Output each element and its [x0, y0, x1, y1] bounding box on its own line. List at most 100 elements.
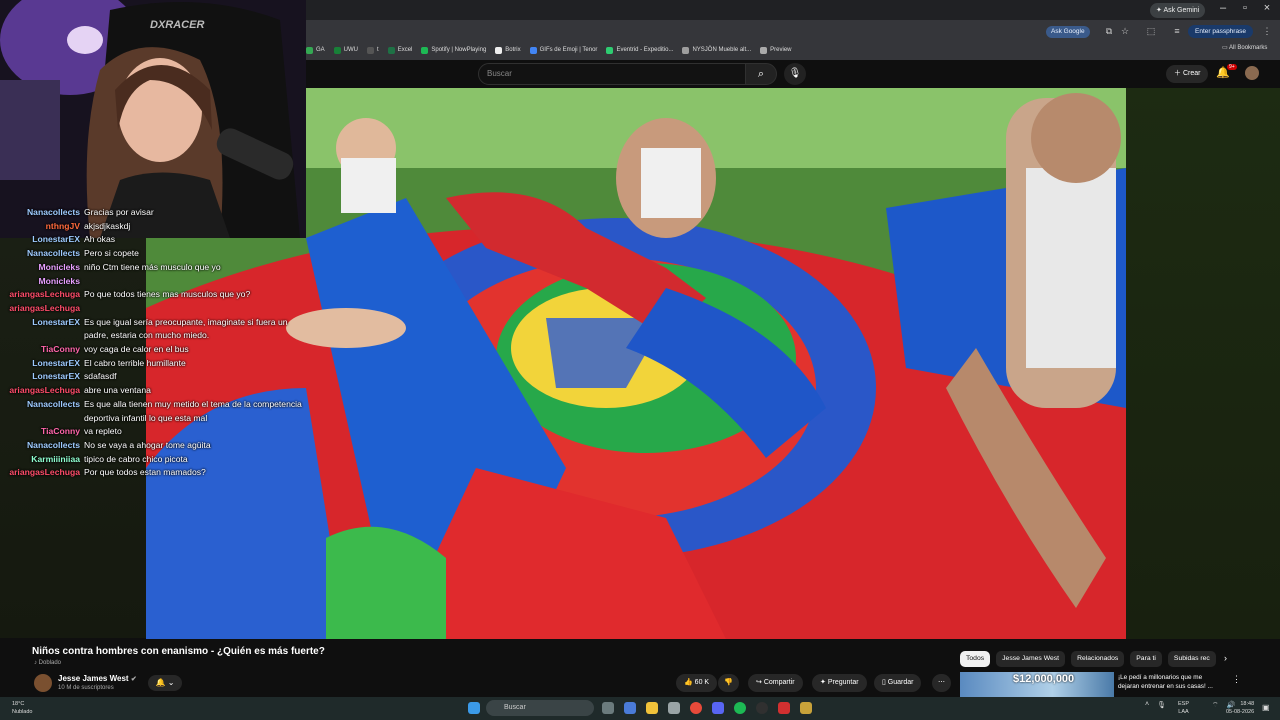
- channel-avatar[interactable]: [34, 674, 52, 692]
- ask-google-button[interactable]: Ask Google: [1046, 26, 1090, 38]
- ask-button[interactable]: ✦ Preguntar: [812, 674, 867, 692]
- channel-name[interactable]: Jesse James West ✔: [58, 674, 137, 683]
- bookmark-item[interactable]: Spotify | NowPlaying: [421, 46, 486, 54]
- all-bookmarks-button[interactable]: ▭ All Bookmarks: [1222, 44, 1267, 51]
- chat-username: TiaConny: [41, 426, 80, 437]
- create-button[interactable]: ＋ Crear: [1166, 65, 1209, 83]
- bookmark-item[interactable]: Excel: [387, 46, 413, 54]
- chat-username: Monicleks: [38, 261, 80, 272]
- bookmark-item[interactable]: GIFs de Emoji | Tenor: [529, 46, 598, 54]
- chat-text: No se vaya a ahogar tome agüita: [84, 439, 211, 450]
- recommendation-chips: Todos Jesse James West Relacionados Para ti…: [960, 651, 1216, 667]
- bookmark-item[interactable]: UWU: [333, 46, 358, 54]
- share-button[interactable]: ↪ Compartir: [748, 674, 803, 692]
- bookmark-item[interactable]: Eventrid - Expeditio...: [606, 46, 673, 54]
- passphrase-label: Enter passphrase: [1195, 28, 1246, 35]
- menu-dots-icon[interactable]: ⋮: [1262, 26, 1272, 36]
- sparkle-icon: ✦: [820, 679, 828, 686]
- thumbs-up-icon: 👍: [684, 679, 695, 686]
- bookmark-label: Botrix: [505, 47, 521, 53]
- bookmark-item[interactable]: Preview: [760, 46, 792, 54]
- spotify-icon[interactable]: [734, 702, 746, 714]
- chat-text: sdafasdf: [84, 371, 117, 382]
- chat-text: akjsdjkaskdj: [84, 220, 131, 231]
- bookmark-favicon-icon: [495, 46, 503, 54]
- windows-start-icon[interactable]: [468, 702, 480, 714]
- bookmark-label: Excel: [397, 47, 413, 53]
- filter-chip[interactable]: Para ti: [1130, 651, 1162, 667]
- bookmark-favicon-icon: [529, 46, 537, 54]
- plus-icon: ＋: [1174, 70, 1183, 77]
- bookmark-label: GIFs de Emoji | Tenor: [539, 47, 598, 53]
- create-label: Crear: [1182, 70, 1201, 77]
- task-view-icon[interactable]: [602, 702, 614, 714]
- minimize-icon[interactable]: –: [1212, 2, 1234, 14]
- subscription-notifications-button[interactable]: 🔔 ⌄: [148, 675, 182, 691]
- thumbnail-text: $12,000,000: [1013, 673, 1075, 685]
- app-icon[interactable]: [778, 702, 790, 714]
- chat-message: ariangasLechuga Po que todos tienes mas m…: [0, 288, 320, 302]
- game-icon[interactable]: [800, 702, 812, 714]
- chat-username: ariangasLechuga: [9, 302, 80, 313]
- store-icon[interactable]: [668, 702, 680, 714]
- search-button[interactable]: ⌕: [745, 63, 777, 85]
- bookmark-item[interactable]: NYSJÖN Mueble alt...: [682, 46, 751, 54]
- microphone-tray-icon[interactable]: 🎙: [1157, 701, 1166, 710]
- bookmark-item[interactable]: t: [367, 46, 379, 54]
- more-actions-button[interactable]: ⋯: [932, 674, 951, 692]
- taskbar-search[interactable]: Buscar: [486, 700, 594, 716]
- account-avatar[interactable]: [1245, 66, 1259, 80]
- bell-icon: 🔔: [155, 678, 166, 687]
- wifi-icon[interactable]: ⌔: [1212, 701, 1219, 710]
- chat-username: nthngJV: [45, 220, 80, 231]
- save-button[interactable]: ▯ Guardar: [874, 674, 922, 692]
- all-bookmarks-label: All Bookmarks: [1229, 45, 1268, 51]
- filter-chip[interactable]: Todos: [960, 651, 991, 667]
- notification-center-icon[interactable]: ▣: [1262, 703, 1270, 712]
- cast-icon[interactable]: ⧉: [1104, 26, 1114, 36]
- close-icon[interactable]: ×: [1256, 2, 1278, 14]
- chat-username: ariangasLechuga: [9, 467, 80, 478]
- chat-message: Nanacollects Es que alla tienen muy metid…: [0, 398, 320, 425]
- obs-icon[interactable]: [756, 702, 768, 714]
- system-tray: ˄ 🎙 ⌔ 🔊: [1145, 701, 1235, 710]
- chat-message: LonestarEX Ah okas: [0, 233, 320, 247]
- bookmark-item[interactable]: Botrix: [495, 46, 521, 54]
- language-indicator[interactable]: ESP LAA: [1178, 700, 1189, 716]
- verified-icon: ✔: [130, 676, 137, 683]
- chevron-right-icon[interactable]: ›: [1224, 653, 1227, 663]
- filter-chip[interactable]: Subidas rec: [1167, 651, 1216, 667]
- weather-widget[interactable]: 18°C Nublado: [12, 700, 33, 716]
- like-button[interactable]: 👍 60 K: [676, 674, 718, 692]
- passphrase-button[interactable]: Enter passphrase: [1188, 25, 1253, 38]
- ask-label: Preguntar: [827, 679, 859, 686]
- folder-icon: ▭: [1222, 45, 1230, 51]
- widgets-icon[interactable]: [624, 702, 636, 714]
- bookmark-item[interactable]: GA: [306, 46, 325, 54]
- chat-message: Nanacollects Pero si copete: [0, 247, 320, 261]
- extensions-icon[interactable]: ⬚: [1146, 26, 1156, 36]
- recommended-title[interactable]: ¡Le pedí a millonarios que me dejaran en…: [1118, 673, 1224, 691]
- maximize-icon[interactable]: ▫: [1234, 2, 1256, 14]
- chat-message: LonestarEX sdafasdf: [0, 370, 320, 384]
- chat-username: ariangasLechuga: [9, 385, 80, 396]
- tab-search-icon[interactable]: ≡: [1172, 26, 1182, 36]
- voice-search-button[interactable]: 🎙: [784, 63, 806, 85]
- bookmark-star-icon[interactable]: ☆: [1120, 26, 1130, 36]
- chevron-up-icon[interactable]: ˄: [1145, 701, 1149, 710]
- share-label: Compartir: [763, 679, 795, 686]
- file-explorer-icon[interactable]: [646, 702, 658, 714]
- chrome-icon[interactable]: [690, 702, 702, 714]
- ask-gemini-button[interactable]: ✦ Ask Gemini: [1150, 3, 1206, 18]
- discord-icon[interactable]: [712, 702, 724, 714]
- filter-chip[interactable]: Relacionados: [1071, 651, 1125, 667]
- thumbs-down-icon: 👎: [724, 679, 733, 686]
- clock[interactable]: 18:48 05-08-2026: [1226, 700, 1254, 716]
- dislike-button[interactable]: 👎: [718, 674, 739, 692]
- chat-message: ariangasLechuga: [0, 302, 320, 316]
- streamer-webcam: DXRACER: [0, 0, 306, 238]
- recommended-more-icon[interactable]: ⋮: [1232, 674, 1241, 685]
- search-input[interactable]: Buscar: [478, 63, 746, 85]
- bookmark-favicon-icon: [387, 46, 395, 54]
- filter-chip[interactable]: Jesse James West: [996, 651, 1066, 667]
